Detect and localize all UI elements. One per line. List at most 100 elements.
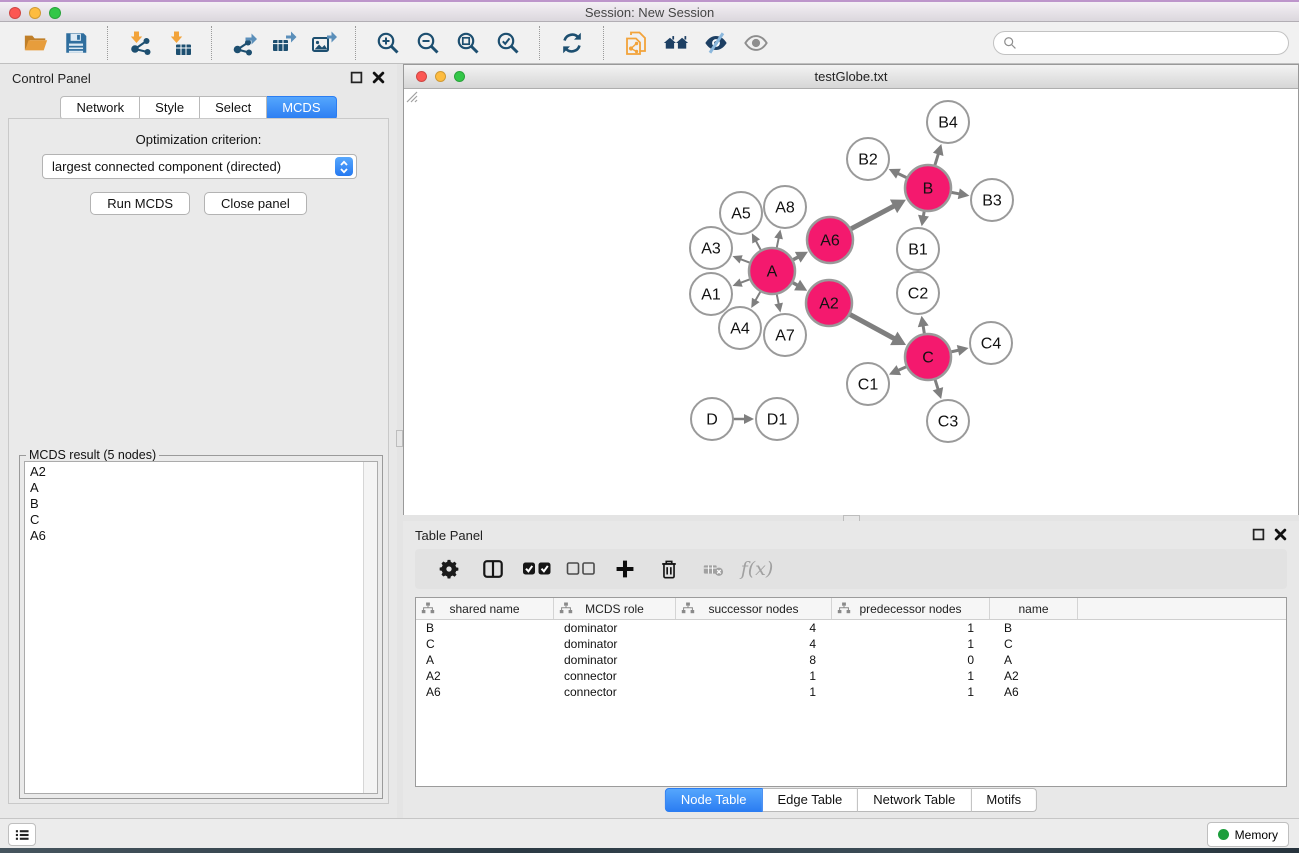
export-image-button[interactable] (304, 26, 344, 60)
tab-network-table[interactable]: Network Table (858, 788, 971, 812)
cell[interactable]: 1 (676, 684, 832, 700)
export-table-button[interactable] (264, 26, 304, 60)
cell[interactable]: C (416, 636, 554, 652)
tab-style[interactable]: Style (140, 96, 200, 120)
result-item[interactable]: A2 (25, 462, 377, 480)
zoom-in-button[interactable] (368, 26, 408, 60)
cell[interactable]: 1 (832, 668, 990, 684)
cell[interactable]: A2 (416, 668, 554, 684)
edge-B-B2[interactable] (898, 173, 908, 178)
result-item[interactable]: A6 (25, 528, 377, 544)
tab-motifs[interactable]: Motifs (971, 788, 1037, 812)
cell[interactable]: connector (554, 684, 676, 700)
result-scrollbar[interactable] (363, 462, 377, 793)
criterion-dropdown[interactable]: largest connected component (directed) (42, 154, 357, 179)
zoom-selected-button[interactable] (488, 26, 528, 60)
tab-select[interactable]: Select (200, 96, 267, 120)
float-panel-icon[interactable] (350, 71, 363, 84)
cell[interactable]: 0 (832, 652, 990, 668)
table-row[interactable]: Adominator80A (416, 652, 1286, 668)
network-graph[interactable]: B4B2BB3A5A8A6B1A3AA1C2A2A4A7C4CC1C3DD1 (404, 89, 1298, 515)
resize-grip-icon[interactable] (404, 89, 418, 103)
table-row[interactable]: A2connector11A2 (416, 668, 1286, 684)
cell[interactable]: dominator (554, 652, 676, 668)
cell[interactable]: 1 (832, 684, 990, 700)
cell[interactable]: dominator (554, 620, 676, 636)
network-window-titlebar[interactable]: testGlobe.txt (404, 65, 1298, 89)
column-header-predecessor-nodes[interactable]: predecessor nodes (832, 598, 990, 619)
show-all-button[interactable] (736, 26, 776, 60)
column-header-name[interactable]: name (990, 598, 1078, 619)
column-header-successor-nodes[interactable]: successor nodes (676, 598, 832, 619)
duplicate-network-button[interactable] (616, 26, 656, 60)
close-table-panel-icon[interactable] (1274, 528, 1287, 541)
task-history-button[interactable] (8, 823, 36, 846)
edge-C-C4[interactable] (950, 350, 959, 352)
cell[interactable]: 1 (832, 620, 990, 636)
refresh-button[interactable] (552, 26, 592, 60)
edge-A-A4[interactable] (755, 291, 760, 301)
mcds-result-list[interactable]: A2ABCA6 (24, 461, 378, 794)
import-network-button[interactable] (120, 26, 160, 60)
delete-column-button[interactable] (649, 552, 689, 586)
export-network-button[interactable] (224, 26, 264, 60)
cell[interactable]: connector (554, 668, 676, 684)
cell[interactable]: B (416, 620, 554, 636)
result-item[interactable]: C (25, 512, 377, 528)
result-item[interactable]: A (25, 480, 377, 496)
table-row[interactable]: Cdominator41C (416, 636, 1286, 652)
cell[interactable]: 8 (676, 652, 832, 668)
close-panel-button[interactable]: Close panel (204, 192, 307, 215)
column-header-MCDS-role[interactable]: MCDS role (554, 598, 676, 619)
table-row[interactable]: A6connector11A6 (416, 684, 1286, 700)
cell[interactable]: dominator (554, 636, 676, 652)
search-input[interactable] (1022, 34, 1279, 51)
tab-edge-table[interactable]: Edge Table (762, 788, 858, 812)
search-field[interactable] (993, 31, 1289, 55)
cell[interactable]: 4 (676, 636, 832, 652)
cell[interactable]: 4 (676, 620, 832, 636)
memory-button[interactable]: Memory (1207, 822, 1289, 847)
edge-A-A3[interactable] (740, 259, 750, 263)
tab-node-table[interactable]: Node Table (665, 788, 763, 812)
edge-C-C3[interactable] (935, 379, 938, 390)
cell[interactable]: B (990, 620, 1078, 636)
edge-A6-B[interactable] (850, 206, 894, 229)
cell[interactable]: 1 (676, 668, 832, 684)
edge-A-A1[interactable] (740, 279, 750, 283)
float-table-panel-icon[interactable] (1252, 528, 1265, 541)
edge-B-B3[interactable] (951, 192, 960, 194)
hide-selected-button[interactable] (696, 26, 736, 60)
edge-A-A5[interactable] (756, 241, 761, 251)
table-mode-button[interactable] (429, 552, 469, 586)
close-panel-icon[interactable] (372, 71, 385, 84)
tab-network[interactable]: Network (60, 96, 140, 120)
first-neighbors-button[interactable] (656, 26, 696, 60)
table-row[interactable]: Bdominator41B (416, 620, 1286, 636)
edge-C-C2[interactable] (923, 325, 924, 334)
cell[interactable]: A (990, 652, 1078, 668)
edge-B-B4[interactable] (935, 153, 939, 166)
cell[interactable]: A6 (990, 684, 1078, 700)
run-mcds-button[interactable]: Run MCDS (90, 192, 190, 215)
select-all-button[interactable] (517, 552, 557, 586)
cell[interactable]: 1 (832, 636, 990, 652)
edge-C-C1[interactable] (898, 366, 907, 370)
tab-mcds[interactable]: MCDS (267, 96, 336, 120)
import-table-button[interactable] (160, 26, 200, 60)
add-column-button[interactable] (605, 552, 645, 586)
zoom-out-button[interactable] (408, 26, 448, 60)
cell[interactable]: A (416, 652, 554, 668)
deselect-all-button[interactable] (561, 552, 601, 586)
result-item[interactable]: B (25, 496, 377, 512)
cell[interactable]: A6 (416, 684, 554, 700)
cell[interactable]: A2 (990, 668, 1078, 684)
show-columns-button[interactable] (473, 552, 513, 586)
edge-A-A7[interactable] (777, 294, 779, 305)
edge-A2-C[interactable] (849, 314, 894, 339)
open-file-button[interactable] (16, 26, 56, 60)
edge-A-A8[interactable] (777, 238, 779, 249)
node-table[interactable]: shared nameMCDS rolesuccessor nodesprede… (415, 597, 1287, 787)
network-canvas[interactable]: B4B2BB3A5A8A6B1A3AA1C2A2A4A7C4CC1C3DD1 (404, 89, 1298, 515)
cell[interactable]: C (990, 636, 1078, 652)
